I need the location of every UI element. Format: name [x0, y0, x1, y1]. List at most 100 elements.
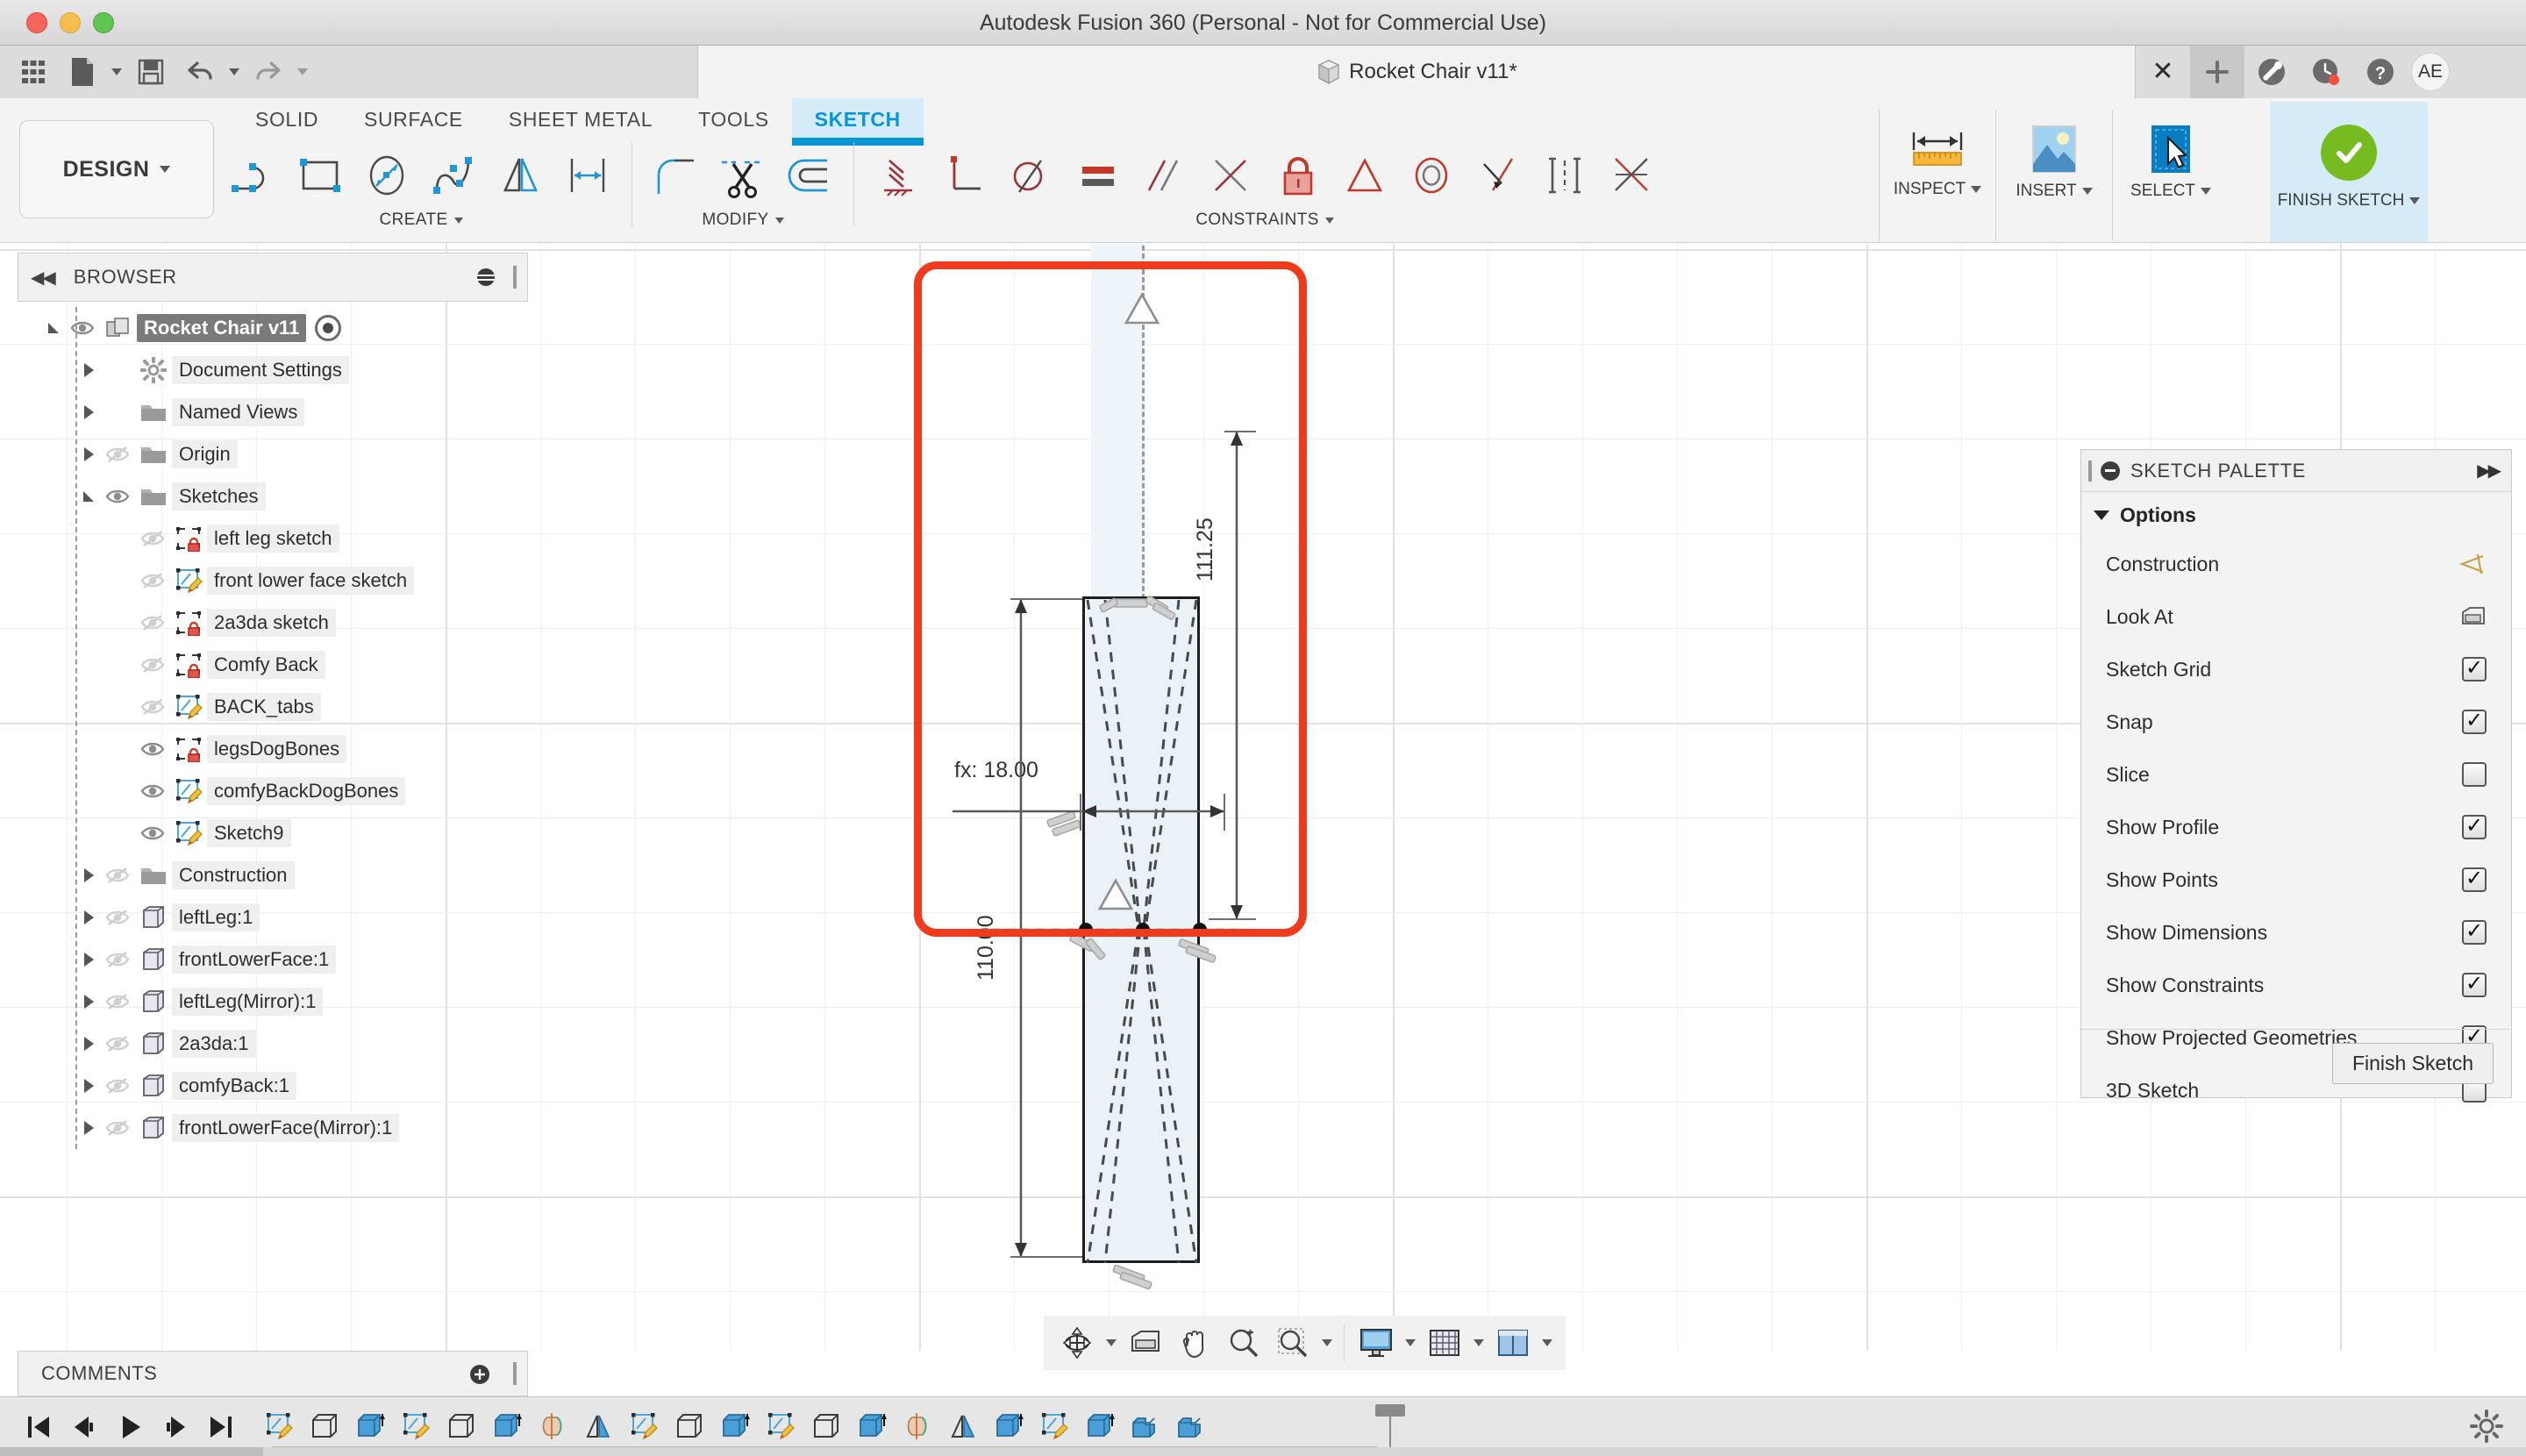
finish-sketch-button[interactable]: FINISH SKETCH — [2270, 102, 2428, 242]
visibility-toggle[interactable] — [100, 486, 135, 507]
comments-resize-grip[interactable] — [513, 1362, 517, 1385]
timeline-settings-gear-icon[interactable] — [2470, 1410, 2503, 1447]
left-dimension-line[interactable] — [984, 590, 1089, 1270]
orbit-dropdown[interactable] — [1102, 1318, 1121, 1367]
visibility-eye-icon[interactable] — [104, 907, 131, 928]
timeline-feature-extrude-blue[interactable] — [347, 1401, 393, 1452]
tab-surface[interactable]: SURFACE — [341, 98, 486, 140]
new-tab-button[interactable] — [2190, 46, 2244, 98]
visibility-eye-icon[interactable] — [104, 865, 131, 886]
visibility-eye-icon[interactable] — [104, 991, 131, 1012]
ellipse-icon[interactable] — [354, 140, 421, 212]
visibility-toggle[interactable] — [135, 654, 170, 675]
visibility-eye-icon[interactable] — [139, 570, 166, 591]
fillet-icon[interactable] — [643, 140, 710, 212]
palette-option-show-points[interactable]: Show Points — [2081, 853, 2511, 906]
insert-button[interactable]: INSERT — [2007, 110, 2101, 250]
tab-solid[interactable]: SOLID — [232, 98, 341, 140]
tree-twisty[interactable] — [77, 447, 100, 461]
go-to-beginning-icon[interactable] — [16, 1402, 61, 1452]
tree-twisty[interactable] — [77, 953, 100, 967]
trim-scissors-icon[interactable] — [710, 140, 776, 212]
display-settings-dropdown[interactable] — [1401, 1318, 1420, 1367]
grid-snaps-icon[interactable] — [1420, 1318, 1469, 1367]
timeline-feature-sketch[interactable] — [621, 1401, 667, 1452]
timeline-feature-combine[interactable] — [1123, 1401, 1168, 1452]
notifications-button[interactable] — [2299, 46, 2353, 98]
timeline-feature-revolve[interactable] — [530, 1401, 575, 1452]
double-chevron-left-icon[interactable]: ◀◀ — [31, 267, 56, 289]
look-at-icon[interactable] — [2460, 605, 2487, 628]
timeline-scrollbar[interactable] — [0, 1447, 2526, 1456]
visibility-toggle[interactable] — [100, 1117, 135, 1138]
visibility-eye-icon[interactable] — [139, 739, 166, 760]
visibility-eye-icon[interactable] — [139, 781, 166, 802]
curvature-icon[interactable] — [1598, 140, 1665, 212]
timeline-feature-mirror[interactable] — [940, 1401, 986, 1452]
tree-item-origin[interactable]: Origin — [18, 433, 528, 475]
visibility-eye-icon[interactable] — [104, 949, 131, 970]
visibility-eye-icon[interactable] — [139, 528, 166, 549]
step-forward-icon[interactable] — [153, 1402, 198, 1452]
visibility-toggle[interactable] — [100, 1075, 135, 1096]
timeline-feature-mirror[interactable] — [575, 1401, 621, 1452]
checkbox-show-dimensions[interactable] — [2462, 920, 2487, 945]
tangent-icon[interactable] — [998, 140, 1065, 212]
timeline-feature-extrude-gray[interactable] — [667, 1401, 712, 1452]
rectangle-icon[interactable] — [288, 140, 354, 212]
visibility-eye-icon[interactable] — [104, 486, 131, 507]
tree-item-sketches[interactable]: Sketches — [18, 475, 528, 517]
app-grid-icon[interactable] — [9, 49, 58, 95]
tree-item-construction[interactable]: Construction — [18, 854, 528, 896]
visibility-toggle[interactable] — [100, 444, 135, 465]
visibility-eye-icon[interactable] — [139, 612, 166, 633]
visibility-eye-icon[interactable] — [139, 823, 166, 844]
equal-icon[interactable] — [1065, 140, 1131, 212]
pan-hand-icon[interactable] — [1170, 1318, 1219, 1367]
timeline-feature-extrude-blue[interactable] — [484, 1401, 530, 1452]
go-to-end-icon[interactable] — [198, 1402, 244, 1452]
right-dimension-line[interactable] — [1202, 419, 1263, 937]
collapse-icon[interactable] — [2101, 460, 2120, 481]
sketch-point[interactable] — [1136, 923, 1150, 937]
tree-item-left-leg-sketch[interactable]: left leg sketch — [18, 517, 528, 560]
visibility-toggle[interactable] — [100, 865, 135, 886]
coincident-icon[interactable] — [1198, 140, 1265, 212]
timeline-feature-sketch[interactable] — [1031, 1401, 1077, 1452]
add-comment-icon[interactable] — [469, 1364, 490, 1385]
palette-option-sketch-grid[interactable]: Sketch Grid — [2081, 643, 2511, 696]
tree-item-front-lower-face-sketch[interactable]: front lower face sketch — [18, 560, 528, 602]
visibility-toggle[interactable] — [100, 949, 135, 970]
activate-component-radio[interactable] — [315, 315, 342, 341]
inspect-button[interactable]: INSPECT — [1890, 110, 1985, 250]
checkbox-snap[interactable] — [2462, 710, 2487, 734]
tree-twisty[interactable] — [77, 1037, 100, 1051]
timeline-feature-extrude-gray[interactable] — [439, 1401, 484, 1452]
tree-item-document-settings[interactable]: Document Settings — [18, 349, 528, 391]
tree-item-back-tabs[interactable]: BACK_tabs — [18, 686, 528, 728]
checkbox-sketch-grid[interactable] — [2462, 657, 2487, 682]
visibility-toggle[interactable] — [100, 991, 135, 1012]
palette-option-slice[interactable]: Slice — [2081, 748, 2511, 801]
zoom-icon[interactable] — [1219, 1318, 1268, 1367]
help-button[interactable]: ? — [2353, 46, 2408, 98]
tree-item-frontlowerface-1[interactable]: frontLowerFace:1 — [18, 939, 528, 981]
timeline-feature-sketch[interactable] — [256, 1401, 302, 1452]
zoom-window-icon[interactable] — [1268, 1318, 1317, 1367]
timeline-feature-sketch[interactable] — [393, 1401, 439, 1452]
symmetry-icon[interactable] — [1531, 140, 1598, 212]
palette-option-show-profile[interactable]: Show Profile — [2081, 801, 2511, 853]
visibility-toggle[interactable] — [100, 907, 135, 928]
redo-dropdown[interactable] — [293, 49, 312, 95]
palette-option-show-constraints[interactable]: Show Constraints — [2081, 959, 2511, 1011]
visibility-toggle[interactable] — [135, 739, 170, 760]
tree-twisty[interactable] — [77, 1121, 100, 1135]
browser-options-icon[interactable] — [476, 268, 496, 287]
panel-modify-label[interactable]: MODIFY — [702, 211, 784, 230]
checkbox-show-constraints[interactable] — [2462, 973, 2487, 997]
tree-item-rocket-chair-v11[interactable]: Rocket Chair v11 — [18, 307, 528, 349]
avatar[interactable]: AE — [2411, 53, 2450, 91]
visibility-eye-icon[interactable] — [139, 696, 166, 717]
tree-twisty[interactable] — [77, 489, 100, 504]
close-tab-button[interactable]: ✕ — [2136, 46, 2190, 98]
